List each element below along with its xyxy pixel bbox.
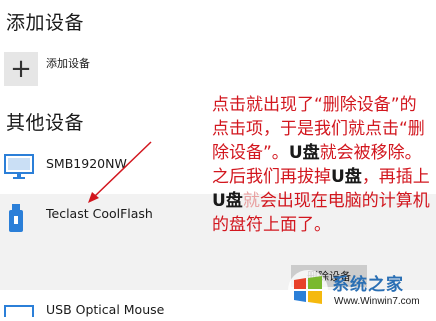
watermark-title: 系统之家 xyxy=(332,275,404,295)
watermark-url: Www.Winwin7.com xyxy=(334,296,420,307)
windows-logo-icon xyxy=(286,268,330,316)
site-watermark: 系统之家 Www.Winwin7.com xyxy=(286,266,436,315)
